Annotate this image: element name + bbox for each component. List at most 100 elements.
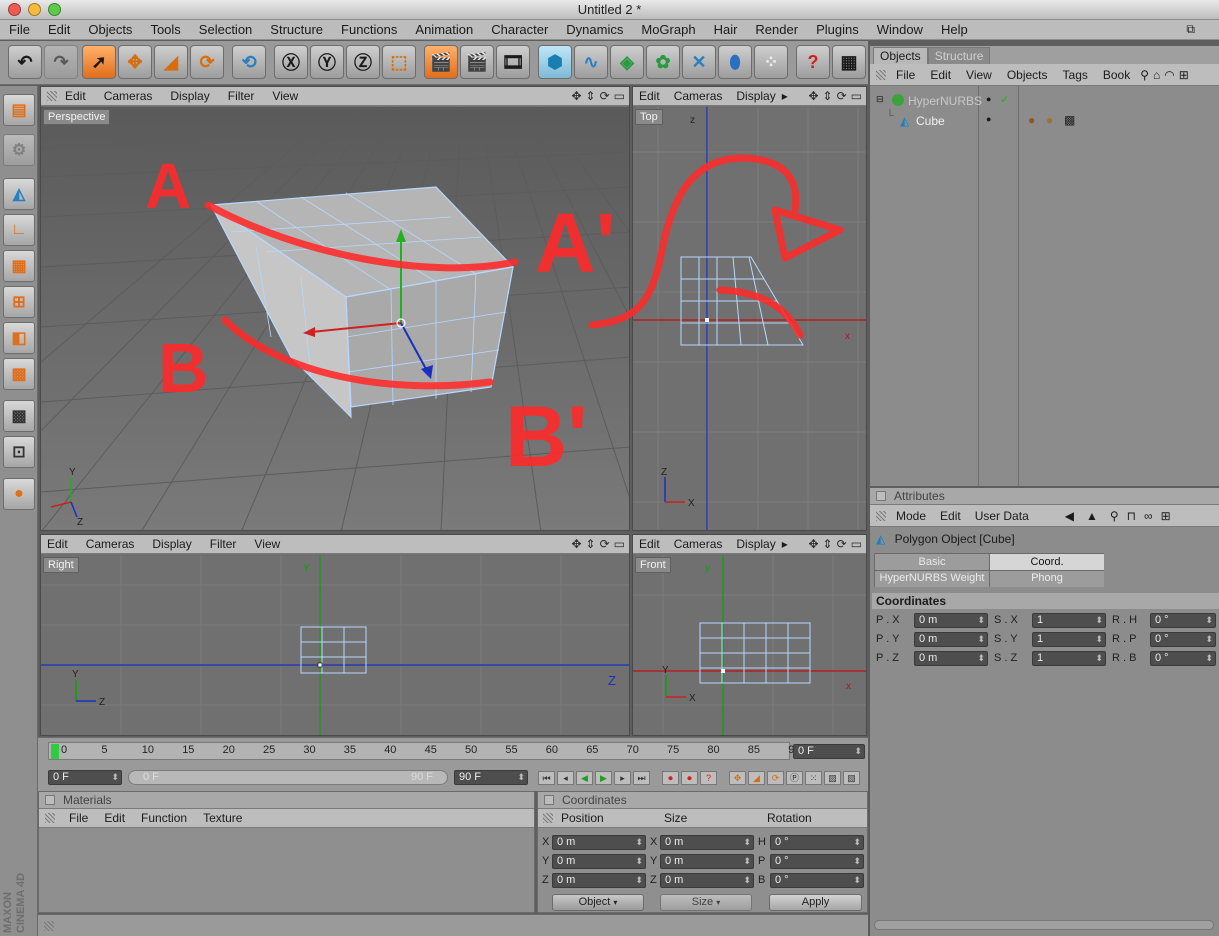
perspective-canvas[interactable]: Y Z Perspective bbox=[41, 107, 629, 530]
materials-menu-texture[interactable]: Texture bbox=[203, 811, 242, 825]
start-frame-field[interactable]: 0 F bbox=[48, 770, 122, 785]
top-scene[interactable]: z x Z X bbox=[633, 107, 866, 530]
timeline-settings-button[interactable]: ▧ bbox=[843, 771, 860, 785]
end-frame-field[interactable]: 90 F bbox=[454, 770, 528, 785]
position-field[interactable]: 0 m bbox=[914, 632, 988, 647]
materials-menu-function[interactable]: Function bbox=[141, 811, 187, 825]
go-to-start-button[interactable]: ⏮ bbox=[538, 771, 555, 785]
top-object-axis-point[interactable] bbox=[705, 318, 709, 322]
uvw-tag-icon[interactable]: ▩ bbox=[1064, 113, 1075, 127]
material-tag-icon[interactable]: ● bbox=[1028, 113, 1035, 127]
perspective-scene[interactable]: Y Z bbox=[41, 107, 629, 530]
record-rotation-button[interactable]: ⟳ bbox=[767, 771, 784, 785]
right-canvas[interactable]: Y Z Y Z Right bbox=[41, 555, 629, 735]
size-mode-dropdown[interactable]: Size ▾ bbox=[660, 894, 752, 911]
pan-icon[interactable]: ✥ bbox=[808, 89, 818, 103]
menu-edit[interactable]: Edit bbox=[48, 22, 70, 37]
interpolation-button[interactable]: ▨ bbox=[824, 771, 841, 785]
front-viewport[interactable]: Edit Cameras Display ▸ ✥ ⇕ ⟳ ▭ y x Y X F… bbox=[632, 534, 867, 736]
scale-button[interactable]: ◢ bbox=[154, 45, 188, 79]
viewport-menu-cameras[interactable]: Cameras bbox=[674, 89, 723, 103]
viewport-menu-filter[interactable]: Filter bbox=[210, 537, 237, 551]
z-axis-button[interactable]: Ⓩ bbox=[346, 45, 380, 79]
panel-grip-icon[interactable] bbox=[876, 510, 886, 521]
menu-dynamics[interactable]: Dynamics bbox=[566, 22, 623, 37]
menu-functions[interactable]: Functions bbox=[341, 22, 397, 37]
search-icon[interactable]: ⚲ bbox=[1110, 509, 1119, 523]
enabled-check-icon[interactable]: ✓ bbox=[1000, 93, 1009, 106]
maximize-viewport-icon[interactable]: ▭ bbox=[851, 537, 862, 551]
menu-file[interactable]: File bbox=[9, 22, 30, 37]
orbit-icon[interactable]: ⟳ bbox=[837, 89, 847, 103]
previous-key-button[interactable]: ◂ bbox=[557, 771, 574, 785]
rotation-field[interactable]: 0 ° bbox=[1150, 651, 1216, 666]
new-panel-icon[interactable]: ⊞ bbox=[1161, 509, 1171, 523]
attributes-scrollbar[interactable] bbox=[874, 920, 1214, 930]
minimize-window-button[interactable] bbox=[28, 3, 41, 16]
object-axis-button[interactable]: ◭ bbox=[3, 178, 35, 210]
dolly-icon[interactable]: ⇕ bbox=[823, 537, 833, 551]
live-selection-button[interactable]: ➚ bbox=[82, 45, 116, 79]
panel-grip-icon[interactable] bbox=[44, 921, 54, 931]
tab-structure[interactable]: Structure bbox=[927, 47, 991, 64]
rotation-field[interactable]: 0 ° bbox=[770, 873, 864, 888]
panel-checkbox-icon[interactable] bbox=[544, 795, 554, 805]
front-object-axis-point[interactable] bbox=[721, 669, 725, 673]
render-picture-viewer-button[interactable]: 🎬 bbox=[460, 45, 494, 79]
attributes-menu-user-data[interactable]: User Data bbox=[975, 509, 1029, 523]
visibility-dots-icon[interactable]: ● bbox=[986, 94, 991, 104]
position-field[interactable]: 0 m bbox=[552, 854, 646, 869]
more-menu-icon[interactable]: ▸ bbox=[782, 89, 788, 103]
scale-field[interactable]: 1 bbox=[1032, 632, 1106, 647]
maximize-viewport-icon[interactable]: ▭ bbox=[851, 89, 862, 103]
back-arrow-icon[interactable]: ◀ bbox=[1065, 509, 1074, 523]
use-model-tool-button[interactable]: ▤ bbox=[3, 94, 35, 126]
size-field[interactable]: 0 m bbox=[660, 854, 754, 869]
top-canvas[interactable]: z x Z X Top bbox=[633, 107, 866, 530]
spline-button[interactable]: ∿ bbox=[574, 45, 608, 79]
menu-structure[interactable]: Structure bbox=[270, 22, 323, 37]
objects-menu-file[interactable]: File bbox=[896, 68, 915, 82]
help-button[interactable]: ? bbox=[796, 45, 830, 79]
autokey-button[interactable]: ⏺ bbox=[681, 771, 698, 785]
sculpt-button[interactable]: ● bbox=[3, 478, 35, 510]
objects-menu-objects[interactable]: Objects bbox=[1007, 68, 1048, 82]
undo-button[interactable]: ↶ bbox=[8, 45, 42, 79]
viewport-menu-edit[interactable]: Edit bbox=[47, 537, 68, 551]
panel-grip-icon[interactable] bbox=[45, 813, 55, 823]
object-row-cube[interactable]: └ ◭ Cube ● ● ● ▩ bbox=[874, 110, 1214, 130]
menu-window[interactable]: Window bbox=[877, 22, 923, 37]
viewport-menu-cameras[interactable]: Cameras bbox=[104, 89, 153, 103]
scale-field[interactable]: 1 bbox=[1032, 651, 1106, 666]
panel-grip-icon[interactable] bbox=[876, 69, 886, 80]
redo-button[interactable]: ↷ bbox=[44, 45, 78, 79]
object-name-hypernurbs[interactable]: HyperNURBS bbox=[908, 94, 982, 108]
keyframe-selection-button[interactable]: ? bbox=[700, 771, 717, 785]
play-forwards-button[interactable]: ▶ bbox=[595, 771, 612, 785]
viewport-menu-edit[interactable]: Edit bbox=[639, 537, 660, 551]
search-icon[interactable]: ⚲ bbox=[1140, 68, 1149, 82]
frame-range-slider[interactable]: 0 F 90 F bbox=[128, 770, 448, 785]
dolly-icon[interactable]: ⇕ bbox=[823, 89, 833, 103]
dolly-icon[interactable]: ⇕ bbox=[586, 89, 596, 103]
object-row-hypernurbs[interactable]: ⊟ HyperNURBS ● ✓ bbox=[874, 92, 1214, 110]
link-icon[interactable]: ∞ bbox=[1144, 509, 1153, 523]
pan-icon[interactable]: ✥ bbox=[571, 537, 581, 551]
record-keys-button[interactable]: ⏺ bbox=[662, 771, 679, 785]
collapse-icon[interactable]: ⊟ bbox=[876, 94, 884, 105]
position-field[interactable]: 0 m bbox=[914, 651, 988, 666]
materials-menu-file[interactable]: File bbox=[69, 811, 88, 825]
menu-plugins[interactable]: Plugins bbox=[816, 22, 859, 37]
nurbs-button[interactable]: ◈ bbox=[610, 45, 644, 79]
pan-icon[interactable]: ✥ bbox=[808, 537, 818, 551]
viewport-menu-display[interactable]: Display bbox=[736, 89, 775, 103]
viewport-menu-view[interactable]: View bbox=[254, 537, 280, 551]
coordinate-system-button[interactable]: ⬚ bbox=[382, 45, 416, 79]
position-field[interactable]: 0 m bbox=[552, 835, 646, 850]
right-object-axis-point[interactable] bbox=[317, 662, 323, 668]
cube-primitive-button[interactable]: ⬢ bbox=[538, 45, 572, 79]
close-window-button[interactable] bbox=[8, 3, 21, 16]
record-parameter-button[interactable]: Ⓟ bbox=[786, 771, 803, 785]
texture-mode-button[interactable]: ▩ bbox=[3, 400, 35, 432]
scale-field[interactable]: 1 bbox=[1032, 613, 1106, 628]
